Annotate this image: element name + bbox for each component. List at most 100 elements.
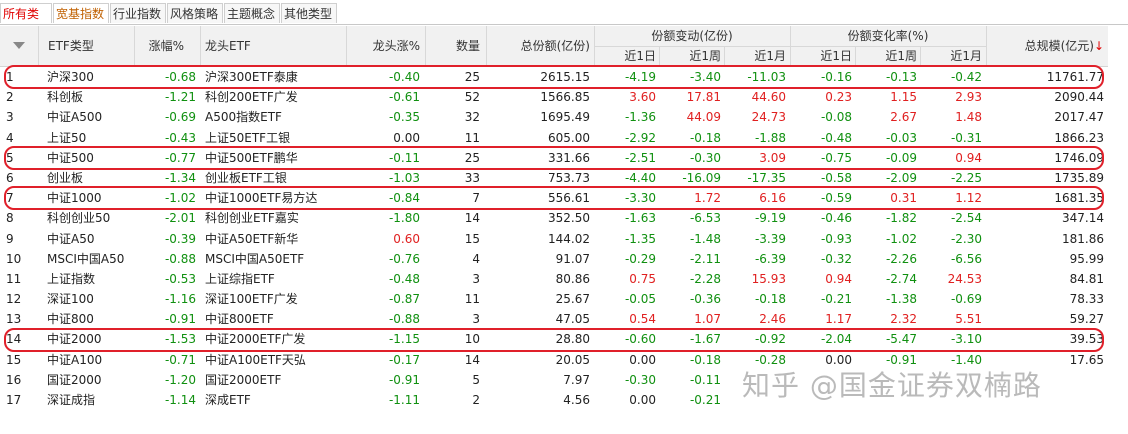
share-rate-1w-cell: 0.31 [890,191,917,206]
change-pct-cell: -1.34 [164,170,196,185]
col-share-rate-1w[interactable]: 近1周 [855,46,917,66]
total-scale-cell: 84.81 [1069,271,1104,286]
share-change-1d-cell: 0.00 [629,393,656,407]
share-rate-1m-cell: 1.12 [955,191,982,206]
col-share-change-1d[interactable]: 近1日 [594,46,656,66]
table-row[interactable]: 12 深证100 -1.16 深证100ETF广发 -0.87 11 25.67 -0.05 -… [0,289,1108,309]
share-change-1w-cell: -16.09 [682,170,721,185]
leader-etf-cell: 深证100ETF广发 [205,292,298,307]
count-cell: 15 [464,231,480,246]
sort-caret-icon[interactable] [13,42,25,49]
share-change-1m-cell: 44.60 [751,90,786,105]
total-scale-cell: 2090.44 [1054,90,1104,105]
table-row[interactable]: 1 沪深300 -0.68 沪深300ETF泰康 -0.40 25 2615.15 -4.19… [0,67,1108,87]
col-etf-type[interactable]: ETF类型 [48,36,94,56]
tab-all-types[interactable]: 所有类型 [0,3,52,41]
col-change-pct[interactable]: 涨幅% [134,36,184,56]
tab-industry-index[interactable]: 行业指数 [110,3,166,23]
table-row[interactable]: 2 科创板 -1.21 科创200ETF广发 -0.61 52 1566.85 3.60 17.… [0,87,1108,107]
share-change-1w-cell: -0.11 [689,372,721,387]
share-change-1m-cell: -3.39 [754,231,786,246]
col-leader-etf[interactable]: 龙头ETF [205,36,251,56]
total-scale-cell: 1681.35 [1054,191,1104,206]
table-row[interactable]: 13 中证800 -0.91 中证800ETF -0.88 3 47.05 0.54 1.07 2… [0,309,1108,329]
table-row[interactable]: 8 科创创业50 -2.01 科创创业ETF嘉实 -1.80 14 352.50 -1.63 -… [0,208,1108,228]
change-pct-cell: -0.68 [164,70,196,84]
share-change-1d-cell: -0.29 [624,251,656,266]
table-row[interactable]: 14 中证2000 -1.53 中证2000ETF广发 -1.15 10 28.80 -0.6… [0,329,1108,349]
watermark: 知乎 @国金证券双楠路 [742,369,1042,402]
table-row[interactable]: 7 中证1000 -1.02 中证1000ETF易方达 -0.84 7 556.61 -3.3… [0,188,1108,208]
leader-change-cell: 0.60 [393,231,420,246]
tab-other-types[interactable]: 其他类型 [281,3,337,23]
change-pct-cell: -1.20 [164,372,196,387]
share-rate-1m-cell: 5.51 [955,312,982,327]
col-group-share-rate: 份额变化率(%) [847,29,929,43]
tab-broad-index[interactable]: 宽基指数 [53,3,109,23]
total-shares-cell: 1566.85 [540,90,590,105]
col-total-shares[interactable]: 总份额(亿份) [486,36,590,56]
table-row[interactable]: 4 上证50 -0.43 上证50ETF工银 0.00 11 605.00 -2.92 -0.1… [0,128,1108,148]
leader-change-cell: -0.48 [388,271,420,286]
share-change-1w-cell: -0.18 [689,130,721,145]
col-leader-change[interactable]: 龙头涨% [346,36,420,56]
leader-change-cell: -1.11 [388,393,420,407]
row-number-cell: 12 [6,292,22,307]
share-change-1m-cell: -11.03 [747,70,786,84]
col-share-change-1m[interactable]: 近1月 [724,46,786,66]
share-rate-1d-cell: -0.58 [820,170,852,185]
table-row[interactable]: 9 中证A50 -0.39 中证A50ETF新华 0.60 15 144.02 -1.35 -1… [0,229,1108,249]
total-scale-cell: 78.33 [1069,292,1104,307]
total-shares-cell: 80.86 [555,271,590,286]
total-scale-cell: 1866.23 [1054,130,1104,145]
count-cell: 33 [464,170,480,185]
leader-change-cell: 0.00 [393,130,420,145]
col-count[interactable]: 数量 [425,36,480,56]
leader-etf-cell: 创业板ETF工银 [205,170,287,185]
table-row[interactable]: 5 中证500 -0.77 中证500ETF鹏华 -0.11 25 331.66 -2.51 -… [0,148,1108,168]
tab-style-strategy[interactable]: 风格策略 [167,3,223,23]
leader-change-cell: -0.88 [388,312,420,327]
count-cell: 7 [472,191,480,206]
table-row[interactable]: 11 上证指数 -0.53 上证综指ETF -0.48 3 80.86 0.75 -2.28 15… [0,269,1108,289]
row-number-cell: 17 [6,393,22,407]
col-share-rate-1d[interactable]: 近1日 [790,46,852,66]
row-number-cell: 16 [6,372,22,387]
count-cell: 14 [464,211,480,226]
leader-etf-cell: 国证2000ETF [205,372,282,387]
etf-table-body: 1 沪深300 -0.68 沪深300ETF泰康 -0.40 25 2615.15 -4.19… [0,67,1108,410]
change-pct-cell: -0.88 [164,251,196,266]
type-tab-bar: 所有类型 宽基指数 行业指数 风格策略 主题概念 其他类型 [0,0,1128,41]
table-row[interactable]: 6 创业板 -1.34 创业板ETF工银 -1.03 33 753.73 -4.40 -16.0… [0,168,1108,188]
leader-change-cell: -1.03 [388,170,420,185]
leader-etf-cell: 中证A50ETF新华 [205,231,299,246]
col-total-scale[interactable]: 总规模(亿元)↓ [986,36,1104,56]
change-pct-cell: -1.16 [164,292,196,307]
leader-etf-cell: 上证综指ETF [205,271,275,286]
count-cell: 10 [464,332,480,347]
row-number-cell: 13 [6,312,22,327]
share-change-1d-cell: -3.30 [624,191,656,206]
table-row[interactable]: 3 中证A500 -0.69 A500指数ETF -0.35 32 1695.49 -1.36… [0,107,1108,127]
total-shares-cell: 7.97 [563,372,590,387]
count-cell: 11 [464,130,480,145]
share-rate-1w-cell: 2.67 [890,110,917,125]
total-shares-cell: 28.80 [555,332,590,347]
row-number-cell: 3 [6,110,14,125]
row-number-cell: 11 [6,271,22,286]
share-change-1w-cell: -2.28 [689,271,721,286]
total-scale-cell: 1735.89 [1054,170,1104,185]
total-scale-cell: 181.86 [1062,231,1104,246]
tab-theme-concept[interactable]: 主题概念 [224,3,280,23]
total-scale-cell: 1746.09 [1054,150,1104,165]
share-change-1d-cell: 3.60 [629,90,656,105]
count-cell: 11 [464,292,480,307]
total-shares-cell: 144.02 [548,231,590,246]
share-change-1d-cell: -1.36 [624,110,656,125]
col-share-rate-1m[interactable]: 近1月 [920,46,982,66]
col-share-change-1w[interactable]: 近1周 [659,46,721,66]
total-shares-cell: 2615.15 [540,70,590,84]
table-row[interactable]: 10 MSCI中国A50 -0.88 MSCI中国A50ETF -0.76 4 91.07 -… [0,249,1108,269]
row-number-cell: 14 [6,332,22,347]
change-pct-cell: -0.71 [164,352,196,367]
